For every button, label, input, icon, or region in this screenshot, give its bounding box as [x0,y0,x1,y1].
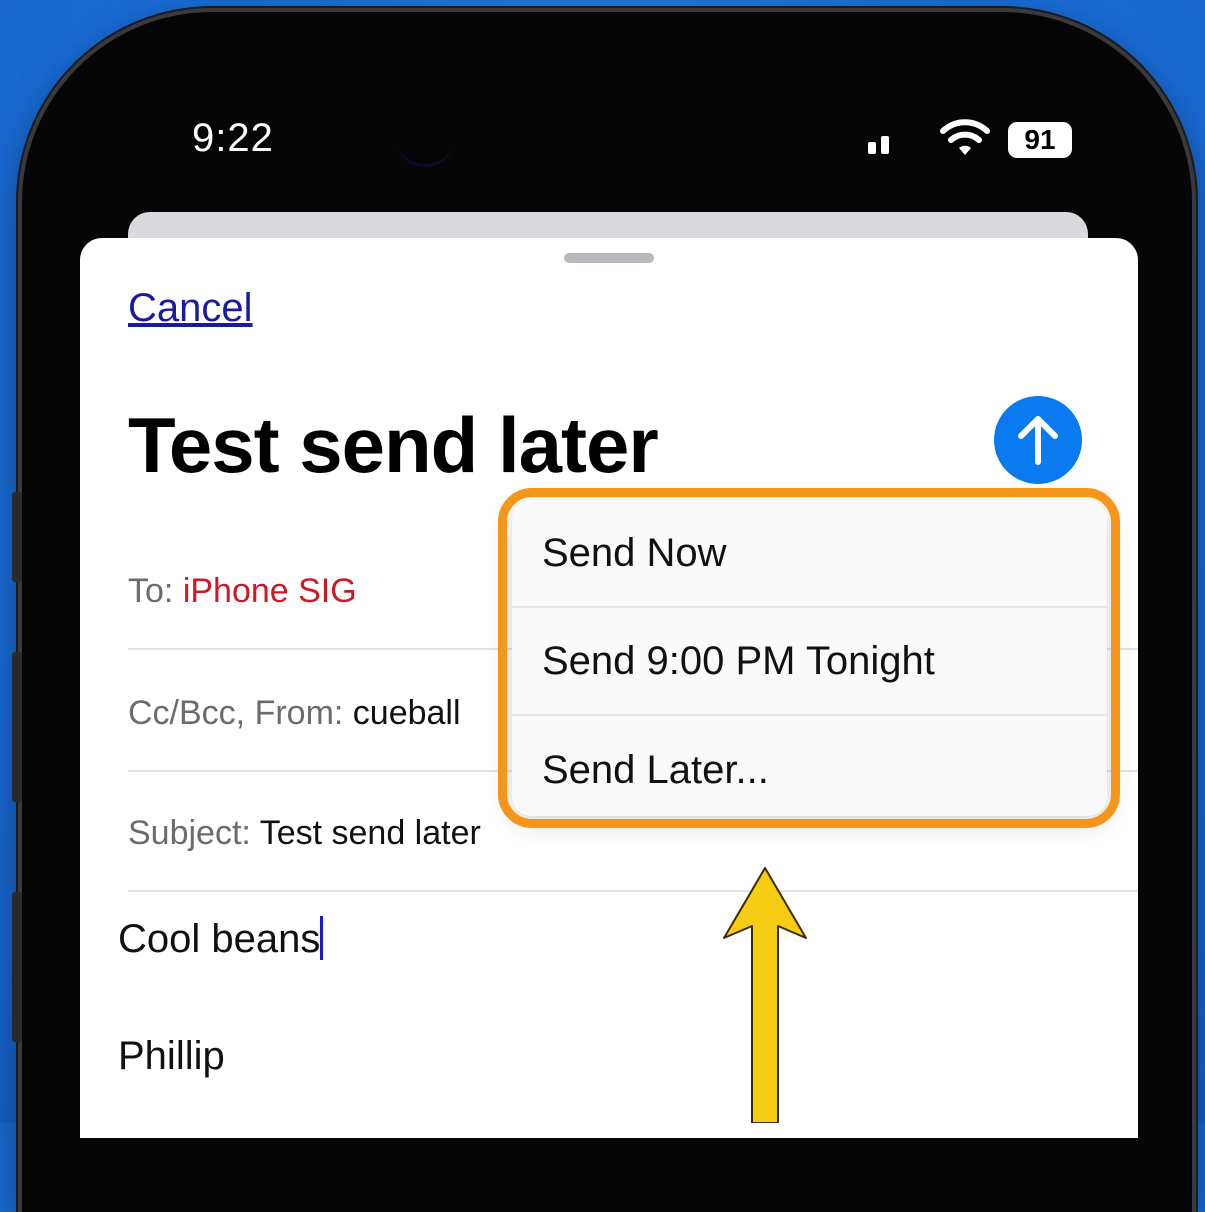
subject-label: Subject: [128,814,251,852]
to-label: To: [128,572,174,610]
send-button[interactable] [994,396,1082,484]
volume-up-button [12,652,22,802]
status-time: 9:22 [192,116,274,160]
ccbcc-label: Cc/Bcc, From: [128,694,344,732]
body-line[interactable]: Cool beans [118,916,324,962]
cancel-button[interactable]: Cancel [128,286,253,331]
from-value: cueball [352,694,461,732]
signal-icon [868,136,889,154]
body-text: Phillip [118,1034,225,1078]
menu-item-send-now[interactable]: Send Now [512,500,1107,608]
compose-title: Test send later [128,401,659,489]
send-options-menu: Send Now Send 9:00 PM Tonight Send Later… [512,500,1107,816]
volume-down-button [12,892,22,1042]
send-arrow-icon [1018,416,1058,465]
divider [128,890,1138,892]
pointer-arrow-icon [723,867,807,1123]
menu-item-send-later[interactable]: Send Later... [512,716,1107,824]
body-text: Cool beans [118,917,321,961]
to-recipient[interactable]: iPhone SIG [183,572,357,610]
body-line[interactable]: Phillip [118,1034,225,1079]
side-button [12,492,22,582]
battery-icon: 91 [1008,122,1072,158]
wifi-icon [940,119,990,155]
text-caret [320,916,324,960]
menu-item-send-tonight[interactable]: Send 9:00 PM Tonight [512,608,1107,716]
subject-value[interactable]: Test send later [260,814,481,852]
sheet-grabber[interactable] [564,253,654,263]
